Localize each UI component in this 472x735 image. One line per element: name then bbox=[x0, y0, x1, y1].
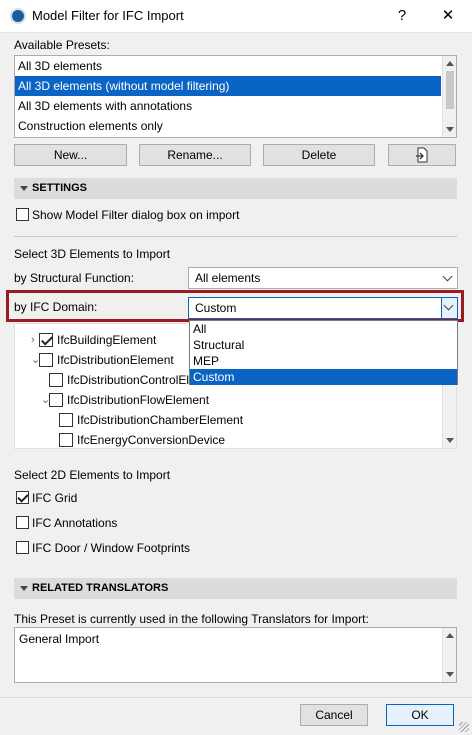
scroll-up-icon[interactable] bbox=[446, 633, 454, 638]
show-dialog-checkbox[interactable] bbox=[16, 208, 29, 221]
dropdown-option[interactable]: MEP bbox=[190, 353, 457, 369]
translators-scrollbar[interactable] bbox=[442, 628, 456, 682]
dropdown-option[interactable]: All bbox=[190, 321, 457, 337]
collapse-triangle-icon bbox=[20, 586, 28, 591]
structural-function-value: All elements bbox=[195, 271, 261, 285]
chevron-down-icon bbox=[442, 271, 453, 282]
scroll-up-icon[interactable] bbox=[446, 61, 454, 66]
tree-label: IfcEnergyConversionDevice bbox=[77, 433, 226, 447]
close-button[interactable]: ✕ bbox=[437, 6, 459, 26]
window-title: Model Filter for IFC Import bbox=[32, 8, 184, 23]
presets-list[interactable]: All 3D elements All 3D elements (without… bbox=[14, 55, 457, 138]
ifc-annotations-label: IFC Annotations bbox=[32, 516, 118, 530]
dropdown-option[interactable]: Structural bbox=[190, 337, 457, 353]
translators-list: General Import bbox=[14, 627, 457, 683]
app-icon bbox=[10, 8, 26, 24]
dropdown-option-selected[interactable]: Custom bbox=[190, 369, 457, 385]
ifc-domain-dropdown-list[interactable]: All Structural MEP Custom bbox=[189, 320, 458, 385]
dialog-footer: Cancel OK bbox=[0, 697, 472, 735]
ifc-grid-checkbox[interactable] bbox=[16, 491, 29, 504]
translator-item: General Import bbox=[19, 632, 100, 646]
collapse-triangle-icon bbox=[20, 186, 28, 191]
ok-button[interactable]: OK bbox=[386, 704, 454, 726]
export-icon bbox=[416, 147, 428, 163]
settings-section-title: SETTINGS bbox=[32, 182, 88, 194]
rename-preset-button[interactable]: Rename... bbox=[139, 144, 251, 166]
export-preset-button[interactable] bbox=[388, 144, 456, 166]
ifc-domain-value: Custom bbox=[195, 301, 237, 315]
tree-checkbox[interactable] bbox=[59, 433, 73, 447]
preset-item[interactable]: Construction elements only bbox=[15, 116, 441, 136]
structural-function-select[interactable]: All elements bbox=[188, 267, 458, 289]
ifc-domain-label: by IFC Domain: bbox=[14, 300, 98, 314]
delete-preset-button[interactable]: Delete bbox=[263, 144, 375, 166]
cancel-button[interactable]: Cancel bbox=[300, 704, 368, 726]
presets-scrollbar[interactable] bbox=[442, 56, 456, 137]
divider bbox=[14, 236, 457, 237]
preset-item-selected[interactable]: All 3D elements (without model filtering… bbox=[15, 76, 441, 96]
scroll-down-icon[interactable] bbox=[446, 438, 454, 443]
resize-grip[interactable] bbox=[459, 722, 469, 732]
tree-label: IfcDistributionElement bbox=[57, 353, 174, 367]
new-preset-button[interactable]: New... bbox=[14, 144, 127, 166]
related-translators-description: This Preset is currently used in the fol… bbox=[14, 612, 369, 626]
tree-label: IfcDistributionChamberElement bbox=[77, 413, 244, 427]
show-dialog-label: Show Model Filter dialog box on import bbox=[32, 208, 240, 222]
tree-checkbox[interactable] bbox=[59, 413, 73, 427]
related-translators-title: RELATED TRANSLATORS bbox=[32, 582, 169, 594]
tree-label: IfcBuildingElement bbox=[57, 333, 157, 347]
ifc-domain-select[interactable]: Custom bbox=[188, 297, 458, 319]
related-translators-section-header[interactable]: RELATED TRANSLATORS bbox=[14, 578, 457, 599]
ifc-footprints-checkbox[interactable] bbox=[16, 541, 29, 554]
tree-checkbox[interactable] bbox=[49, 373, 63, 387]
title-bar: Model Filter for IFC Import ? ✕ bbox=[0, 0, 472, 33]
select-2d-heading: Select 2D Elements to Import bbox=[14, 468, 171, 482]
help-button[interactable]: ? bbox=[391, 6, 413, 26]
tree-checkbox[interactable] bbox=[49, 393, 63, 407]
scroll-thumb[interactable] bbox=[446, 71, 454, 109]
ifc-footprints-label: IFC Door / Window Footprints bbox=[32, 541, 191, 555]
structural-function-label: by Structural Function: bbox=[14, 271, 135, 285]
ifc-annotations-checkbox[interactable] bbox=[16, 516, 29, 529]
tree-checkbox[interactable] bbox=[39, 333, 53, 347]
preset-item[interactable]: All 3D elements with annotations bbox=[15, 96, 441, 116]
tree-checkbox[interactable] bbox=[39, 353, 53, 367]
presets-label: Available Presets: bbox=[14, 38, 110, 52]
settings-section-header[interactable]: SETTINGS bbox=[14, 178, 457, 199]
tree-label: IfcDistributionFlowElement bbox=[67, 393, 210, 407]
scroll-down-icon[interactable] bbox=[446, 672, 454, 677]
select-3d-heading: Select 3D Elements to Import bbox=[14, 247, 171, 261]
scroll-down-icon[interactable] bbox=[446, 127, 454, 132]
ifc-grid-label: IFC Grid bbox=[32, 491, 78, 505]
preset-item[interactable]: All 3D elements bbox=[15, 56, 441, 76]
